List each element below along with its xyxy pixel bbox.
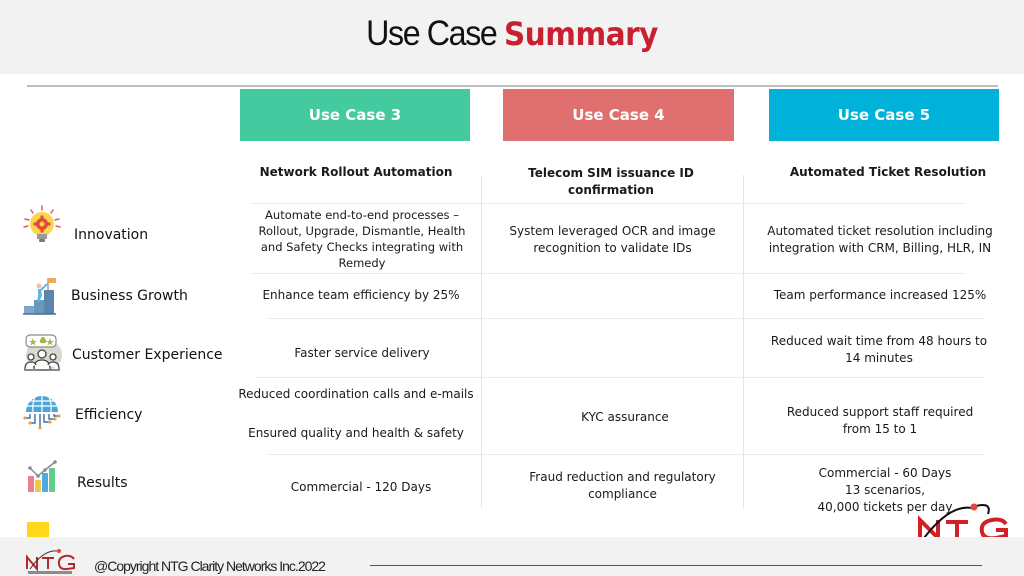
globe-network-icon: [23, 396, 61, 430]
column-divider: [743, 175, 744, 508]
cell-innovation-uc5: Automated ticket resolution including in…: [767, 224, 993, 255]
header-divider: [27, 85, 998, 87]
ntg-logo: [918, 503, 1008, 538]
cell-innovation-uc3: Automate end-to-end processes – Rollout,…: [258, 208, 466, 270]
row-divider: [250, 203, 966, 204]
row-label-results: Results: [77, 475, 128, 491]
row-label-customer-experience: Customer Experience: [72, 347, 223, 363]
cell-business-growth-uc3: Enhance team efficiency by 25%: [262, 287, 460, 302]
use-case-3-button[interactable]: Use Case 3: [240, 89, 470, 141]
cell-business-growth-uc5: Team performance increased 125%: [773, 287, 987, 302]
decorative-yellow-square: [27, 522, 49, 538]
column-divider: [481, 175, 482, 508]
bar-chart-icon: [28, 460, 57, 492]
copyright-text: @Copyright NTG Clarity Networks Inc.2022: [94, 558, 326, 574]
cell-efficiency-uc3-line-2: Ensured quality and health & safety: [248, 426, 464, 440]
cell-customer-experience-uc4: [500, 343, 725, 363]
cell-customer-experience-uc3: Faster service delivery: [294, 345, 430, 360]
row-label-innovation: Innovation: [74, 227, 149, 243]
row-label-efficiency: Efficiency: [75, 407, 143, 423]
customer-feedback-icon: [24, 334, 62, 371]
climbing-flag-icon: [23, 278, 56, 315]
row-divider: [255, 377, 984, 378]
cell-efficiency-uc3: Reduced coordination calls and e-mails E…: [230, 386, 482, 442]
footer-divider: [370, 565, 982, 566]
cell-efficiency-uc3-line-1: Reduced coordination calls and e-mails: [238, 387, 474, 401]
lightbulb-gear-icon: [23, 205, 61, 242]
row-divider: [268, 318, 984, 319]
row-label-business-growth: Business Growth: [71, 288, 188, 304]
cell-innovation-uc4: System leveraged OCR and image recogniti…: [509, 224, 716, 255]
cell-results-uc5-line-1: Commercial - 60 Days: [818, 465, 952, 480]
page-title: Use Case Summary: [41, 14, 983, 54]
cell-efficiency-uc4: KYC assurance: [581, 409, 669, 424]
cell-business-growth-uc4: [500, 285, 725, 305]
cell-efficiency-uc5: Reduced support staff required from 15 t…: [786, 405, 974, 436]
row-divider: [250, 273, 966, 274]
use-case-3-title: Network Rollout Automation: [259, 165, 453, 179]
title-plain: Use Case: [366, 14, 498, 53]
cell-results-uc4: Fraud reduction and regulatory complianc…: [529, 470, 716, 501]
use-case-4-title: Telecom SIM issuance ID confirmation: [528, 166, 694, 197]
use-case-5-button[interactable]: Use Case 5: [769, 89, 999, 141]
ntg-footer-logo: [26, 549, 75, 574]
use-case-5-title: Automated Ticket Resolution: [789, 165, 987, 179]
title-accent: Summary: [504, 15, 658, 53]
cell-results-uc3: Commercial - 120 Days: [290, 479, 432, 494]
row-divider: [268, 454, 984, 455]
cell-customer-experience-uc5: Reduced wait time from 48 hours to 14 mi…: [770, 334, 988, 365]
use-case-4-button[interactable]: Use Case 4: [503, 89, 734, 141]
